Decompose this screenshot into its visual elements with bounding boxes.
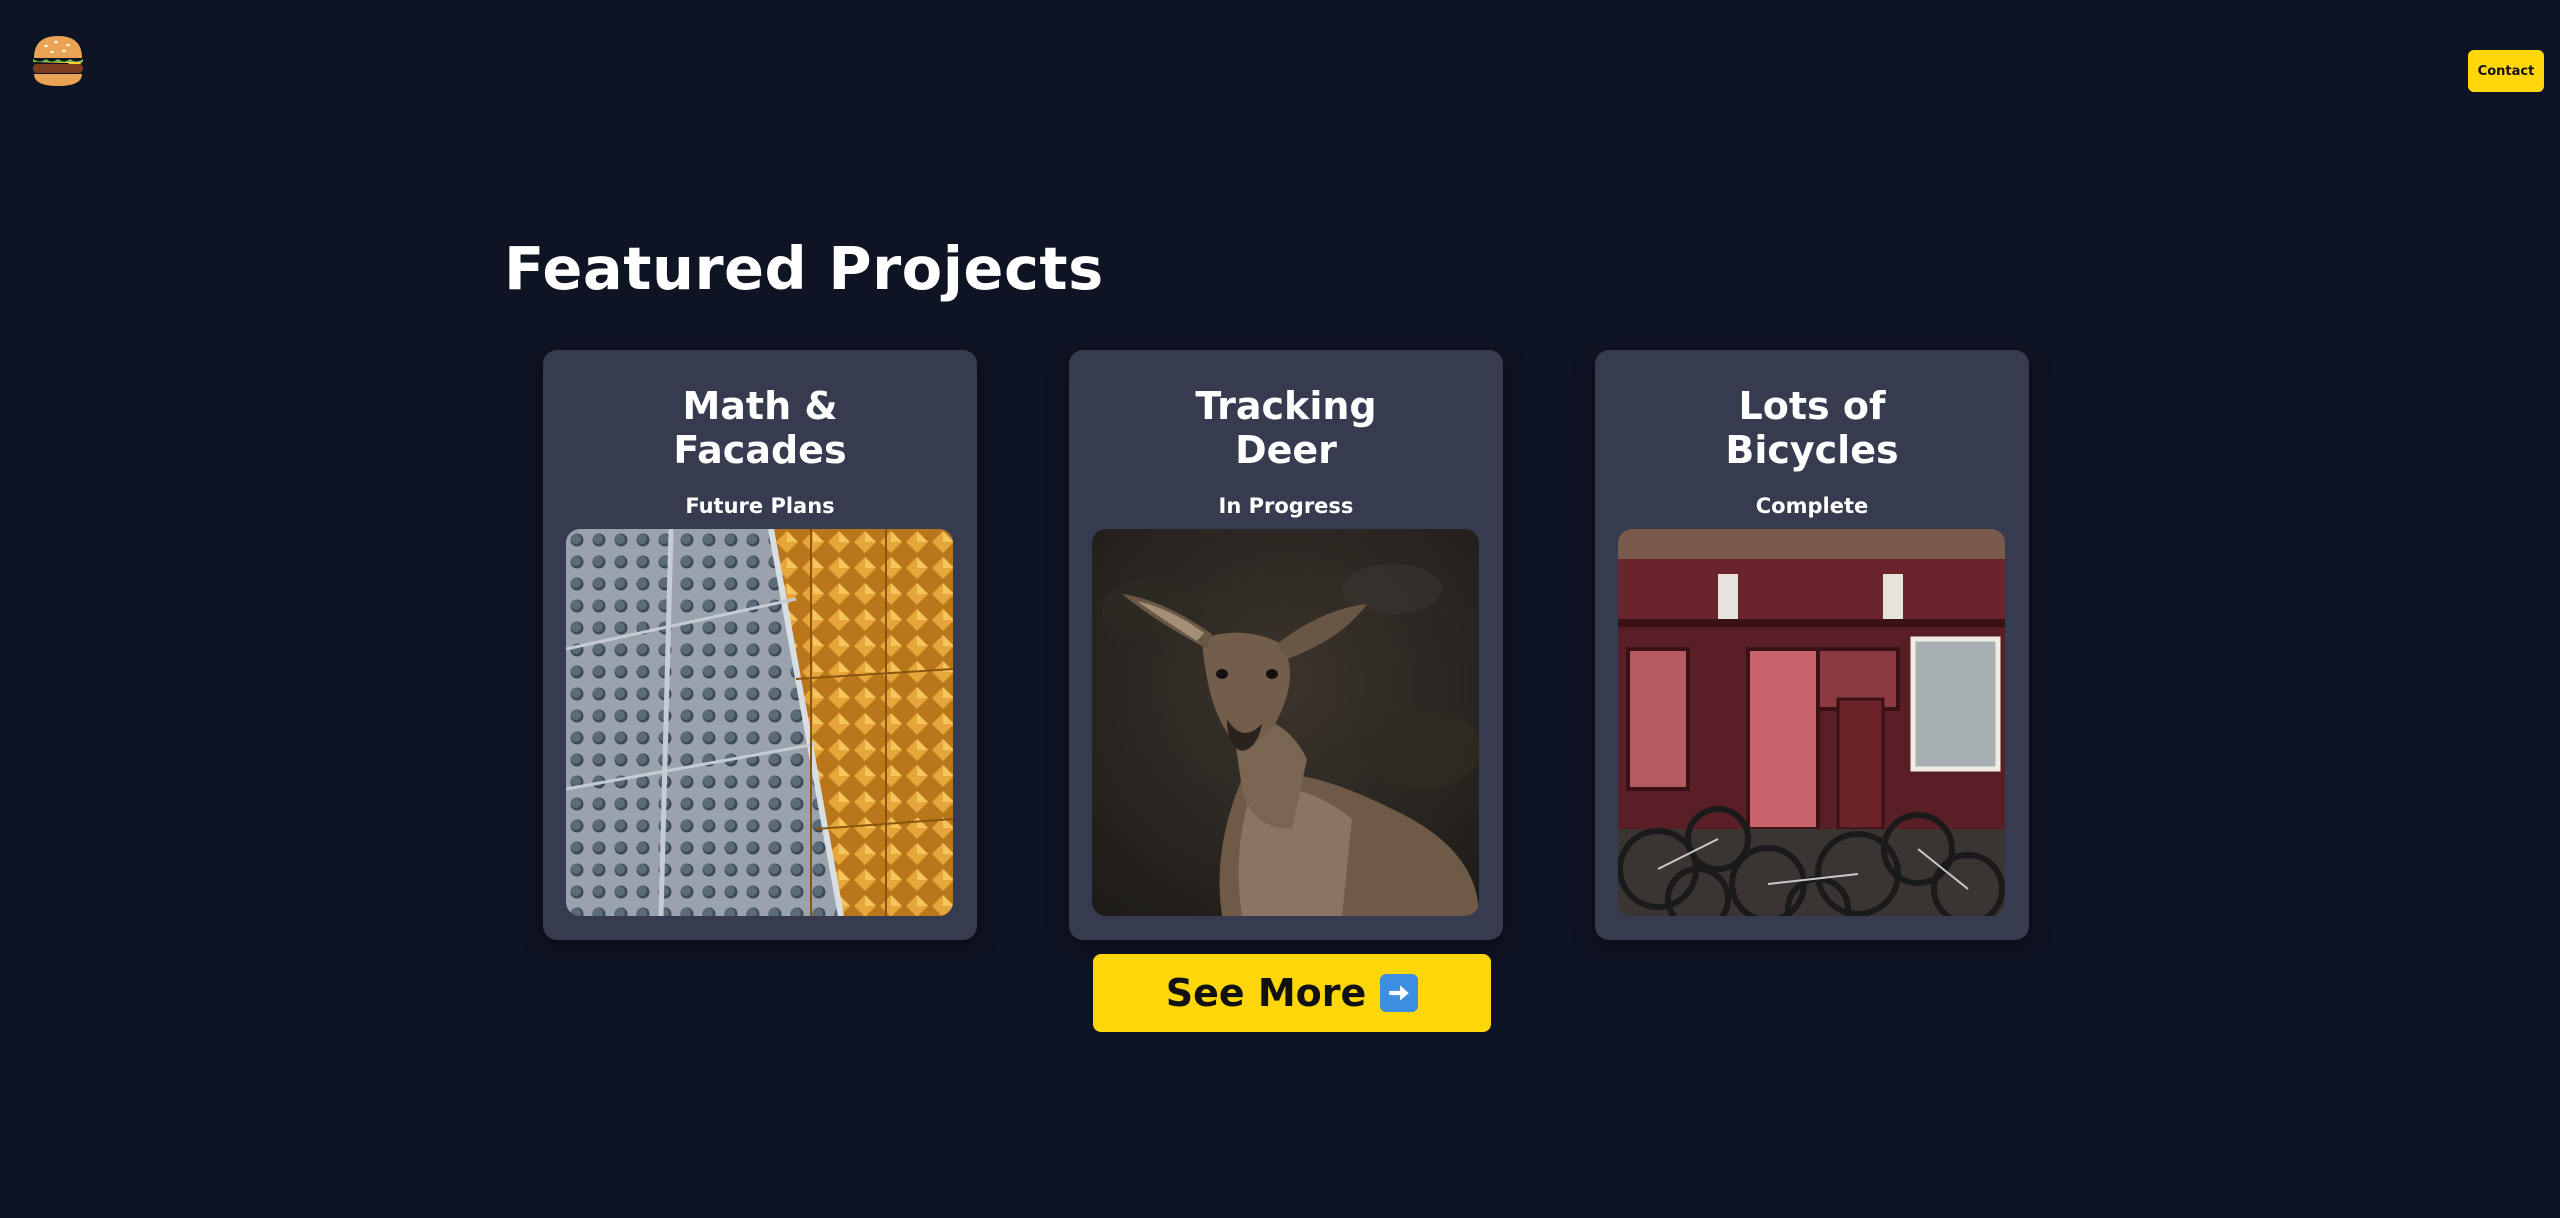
see-more-button[interactable]: See More — [1093, 954, 1491, 1032]
project-card-math-facades[interactable]: Math & Facades Future Plans — [543, 350, 977, 940]
page: Contact Featured Projects Math & Facades… — [0, 0, 2560, 1218]
page-title: Featured Projects — [504, 234, 1104, 303]
deer-image — [1092, 529, 1479, 916]
project-card-lots-of-bicycles[interactable]: Lots of Bicycles Complete — [1595, 350, 2029, 940]
contact-button[interactable]: Contact — [2468, 50, 2544, 92]
right-arrow-icon — [1380, 974, 1419, 1012]
card-status: Future Plans — [685, 494, 835, 518]
project-card-tracking-deer[interactable]: Tracking Deer In Progress — [1069, 350, 1503, 940]
facade-image — [566, 529, 953, 916]
hamburger-logo-icon[interactable] — [28, 32, 88, 92]
bicycles-image — [1618, 529, 2005, 916]
card-title: Lots of Bicycles — [1725, 384, 1899, 472]
card-title: Tracking Deer — [1195, 384, 1377, 472]
card-status: Complete — [1755, 494, 1869, 518]
card-status: In Progress — [1218, 494, 1354, 518]
see-more-label: See More — [1165, 971, 1367, 1015]
card-title: Math & Facades — [673, 384, 847, 472]
